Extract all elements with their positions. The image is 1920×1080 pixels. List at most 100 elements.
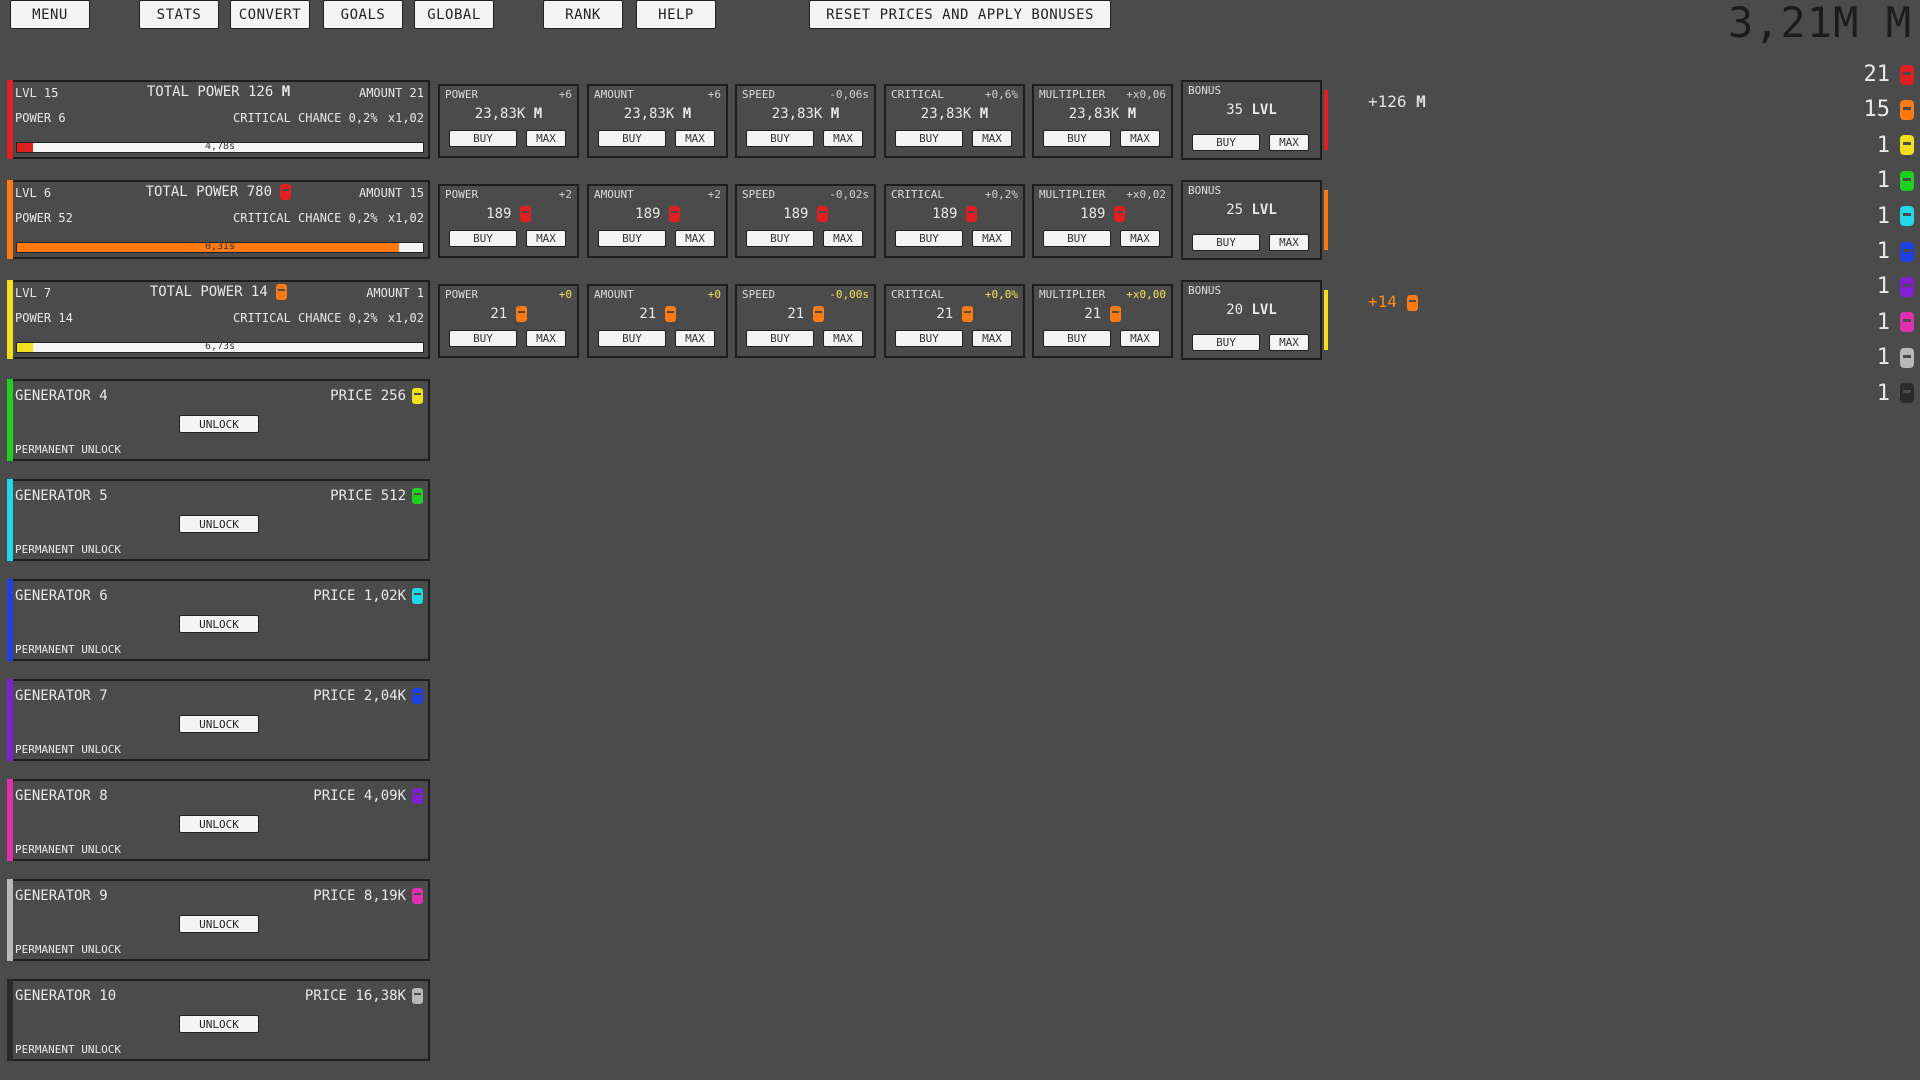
rank-button[interactable]: RANK bbox=[543, 0, 623, 29]
generator-price: PRICE 2,04K bbox=[313, 688, 423, 704]
unlock-button[interactable]: UNLOCK bbox=[179, 415, 259, 433]
convert-button[interactable]: CONVERT bbox=[230, 0, 310, 29]
buy-button[interactable]: BUY bbox=[746, 130, 814, 147]
buy-button[interactable]: BUY bbox=[598, 330, 666, 347]
unlock-button[interactable]: UNLOCK bbox=[179, 515, 259, 533]
upgrade-power-panel: POWER +0 21 BUY MAX bbox=[438, 284, 579, 358]
buy-button[interactable]: BUY bbox=[746, 230, 814, 247]
upgrade-price-value: 21 bbox=[936, 306, 962, 322]
upgrade-price: 189 bbox=[589, 206, 726, 222]
unlock-button[interactable]: UNLOCK bbox=[179, 915, 259, 933]
upgrade-delta: +0,6% bbox=[984, 88, 1018, 101]
bonus-max-button[interactable]: MAX bbox=[1269, 334, 1309, 351]
generator-color-bar bbox=[7, 479, 13, 561]
bonus-buy-button[interactable]: BUY bbox=[1192, 134, 1260, 151]
upgrade-delta: -0,00s bbox=[829, 288, 869, 301]
bonus-buy-button[interactable]: BUY bbox=[1192, 234, 1260, 251]
max-button[interactable]: MAX bbox=[526, 130, 566, 147]
income-value: +126 bbox=[1368, 92, 1417, 111]
max-button[interactable]: MAX bbox=[675, 330, 715, 347]
upgrade-delta: +2 bbox=[558, 188, 572, 201]
goals-button[interactable]: GOALS bbox=[323, 0, 403, 29]
max-button[interactable]: MAX bbox=[823, 230, 863, 247]
gray-gem-icon bbox=[1900, 347, 1914, 368]
upgrade-delta: +0 bbox=[707, 288, 721, 301]
max-button[interactable]: MAX bbox=[1120, 330, 1160, 347]
max-button[interactable]: MAX bbox=[823, 330, 863, 347]
help-button[interactable]: HELP bbox=[636, 0, 716, 29]
upgrade-price-unit: M bbox=[682, 106, 692, 122]
buy-button[interactable]: BUY bbox=[746, 330, 814, 347]
bonus-level: 25 LVL bbox=[1183, 202, 1320, 218]
buy-button[interactable]: BUY bbox=[598, 130, 666, 147]
buy-button[interactable]: BUY bbox=[895, 130, 963, 147]
buy-button[interactable]: BUY bbox=[895, 330, 963, 347]
blue-gem-icon bbox=[1900, 241, 1914, 262]
unlock-button[interactable]: UNLOCK bbox=[179, 1015, 259, 1033]
unlock-button[interactable]: UNLOCK bbox=[179, 715, 259, 733]
max-button[interactable]: MAX bbox=[1120, 130, 1160, 147]
orange-gem-icon bbox=[664, 306, 676, 322]
upgrade-name: POWER bbox=[445, 188, 479, 201]
price-gem-icon bbox=[412, 388, 423, 404]
upgrade-name: AMOUNT bbox=[594, 288, 634, 301]
max-button[interactable]: MAX bbox=[972, 230, 1012, 247]
upgrade-speed-panel: SPEED -0,06s 23,83K M BUY MAX bbox=[735, 84, 876, 158]
max-button[interactable]: MAX bbox=[972, 130, 1012, 147]
max-button[interactable]: MAX bbox=[526, 330, 566, 347]
upgrade-delta: +6 bbox=[707, 88, 721, 101]
buy-button[interactable]: BUY bbox=[1043, 330, 1111, 347]
resource-amount: 1 bbox=[1876, 132, 1890, 158]
upgrade-critical-panel: CRITICAL +0,2% 189 BUY MAX bbox=[884, 184, 1025, 258]
generator-color-bar bbox=[7, 879, 13, 961]
bonus-panel: BONUS 20 LVL BUY MAX bbox=[1181, 280, 1328, 360]
max-button[interactable]: MAX bbox=[1120, 230, 1160, 247]
buy-button[interactable]: BUY bbox=[449, 330, 517, 347]
stats-button[interactable]: STATS bbox=[139, 0, 219, 29]
upgrade-critical-panel: CRITICAL +0,0% 21 BUY MAX bbox=[884, 284, 1025, 358]
buy-button[interactable]: BUY bbox=[598, 230, 666, 247]
upgrade-price: 21 bbox=[589, 306, 726, 322]
generator-price-text: PRICE 256 bbox=[330, 388, 406, 404]
resource-row: 21 bbox=[1864, 62, 1914, 87]
max-button[interactable]: MAX bbox=[823, 130, 863, 147]
upgrade-name: POWER bbox=[445, 88, 479, 101]
upgrade-multiplier-panel: MULTIPLIER +x0,02 189 BUY MAX bbox=[1032, 184, 1173, 258]
buy-button[interactable]: BUY bbox=[1043, 130, 1111, 147]
upgrade-name: SPEED bbox=[742, 288, 776, 301]
resource-amount: 1 bbox=[1876, 274, 1890, 300]
unlock-button[interactable]: UNLOCK bbox=[179, 615, 259, 633]
locked-generator-panel: GENERATOR 5 PRICE 512 UNLOCK PERMANENT UNLO… bbox=[7, 479, 430, 561]
max-button[interactable]: MAX bbox=[526, 230, 566, 247]
max-button[interactable]: MAX bbox=[972, 330, 1012, 347]
buy-button[interactable]: BUY bbox=[449, 230, 517, 247]
bonus-max-button[interactable]: MAX bbox=[1269, 234, 1309, 251]
permanent-unlock-label: PERMANENT UNLOCK bbox=[15, 843, 121, 856]
resource-row: 15 bbox=[1864, 97, 1914, 122]
global-button[interactable]: GLOBAL bbox=[414, 0, 494, 29]
generator-critical-chance: CRITICAL CHANCE 0,2% bbox=[233, 111, 378, 125]
red-gem-icon bbox=[280, 184, 292, 200]
generator-critical-chance: CRITICAL CHANCE 0,2% bbox=[233, 311, 378, 325]
price-gem-icon bbox=[412, 488, 423, 504]
reset-prices-button[interactable]: RESET PRICES AND APPLY BONUSES bbox=[809, 0, 1111, 29]
max-button[interactable]: MAX bbox=[675, 130, 715, 147]
orange-gem-icon bbox=[515, 306, 527, 322]
generator-color-bar bbox=[7, 979, 13, 1061]
generator-name: GENERATOR 10 bbox=[15, 988, 117, 1004]
menu-button[interactable]: MENU bbox=[10, 0, 90, 29]
upgrade-delta: +x0,00 bbox=[1126, 288, 1166, 301]
bonus-max-button[interactable]: MAX bbox=[1269, 134, 1309, 151]
unlock-button[interactable]: UNLOCK bbox=[179, 815, 259, 833]
buy-button[interactable]: BUY bbox=[895, 230, 963, 247]
bonus-color-stripe bbox=[1324, 90, 1328, 150]
upgrade-delta: +x0,06 bbox=[1126, 88, 1166, 101]
generator-name: GENERATOR 7 bbox=[15, 688, 108, 704]
red-gem-icon bbox=[1900, 64, 1914, 85]
max-button[interactable]: MAX bbox=[675, 230, 715, 247]
buy-button[interactable]: BUY bbox=[1043, 230, 1111, 247]
upgrade-price-value: 189 bbox=[1080, 206, 1114, 222]
bonus-buy-button[interactable]: BUY bbox=[1192, 334, 1260, 351]
upgrade-price: 189 bbox=[737, 206, 874, 222]
buy-button[interactable]: BUY bbox=[449, 130, 517, 147]
